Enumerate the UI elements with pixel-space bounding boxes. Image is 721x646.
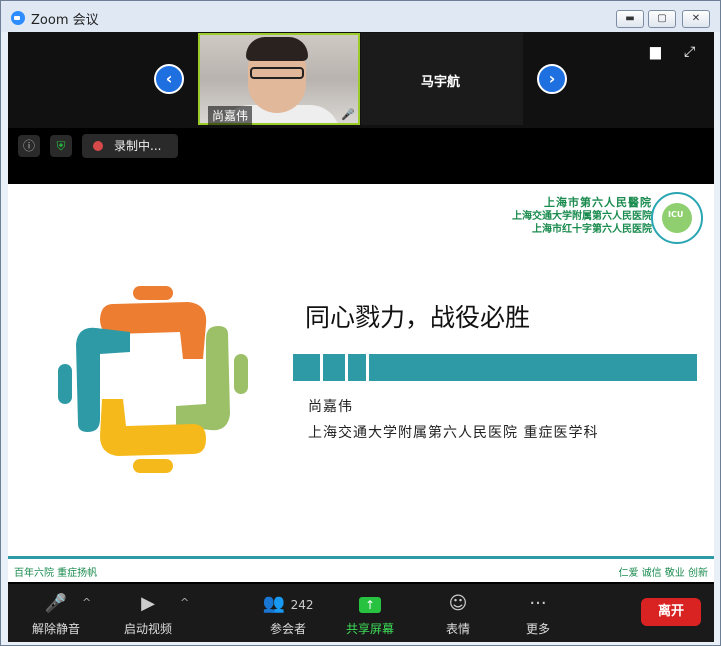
participant-tile-2[interactable]: 马宇航 — [361, 33, 523, 125]
participants-label: 参会者 — [269, 622, 306, 636]
participant-name-2: 马宇航 — [421, 75, 461, 90]
prev-page-button[interactable]: ‹ — [154, 64, 184, 94]
hospital-logo-line-3: 上海市红十字第六人民医院 — [532, 224, 652, 235]
zoom-logo-icon — [11, 11, 25, 25]
participant-count: 242 — [290, 598, 314, 612]
shared-slide: 上海市第六人民醫院 上海交通大学附属第六人民医院 上海市红十字第六人民医院 IC… — [8, 184, 714, 582]
record-dot-icon — [93, 141, 103, 151]
presenter-department: 上海交通大学附属第六人民医院 重症医学科 — [308, 425, 599, 441]
slide-title: 同心戮力，战役必胜 — [305, 303, 531, 332]
view-layout-icon[interactable]: ▆ — [650, 44, 661, 60]
video-options-caret-icon[interactable]: ^ — [180, 596, 189, 609]
title-bar-segment-3 — [348, 354, 366, 381]
participants-button[interactable]: 👥 242 参会者 — [253, 592, 323, 637]
info-icon[interactable]: ⓘ — [18, 135, 40, 157]
reactions-button[interactable]: ☺ 表情 — [436, 592, 480, 637]
unmute-button[interactable]: 🎤 解除静音 — [28, 592, 84, 637]
camera-off-icon: ▶ — [141, 593, 155, 614]
leave-button[interactable]: 离开 — [641, 598, 701, 626]
unmute-label: 解除静音 — [31, 622, 80, 636]
share-screen-button[interactable]: ↑ 共享屏幕 — [340, 592, 400, 637]
title-bar-segment-2 — [323, 354, 345, 381]
more-dots-icon: ··· — [529, 593, 547, 614]
share-screen-icon: ↑ — [340, 592, 400, 616]
start-video-label: 启动视频 — [123, 622, 172, 636]
control-bar: 🎤 解除静音 ^ ▶ 启动视频 ^ 👥 242 参会者 ↑ 共享屏幕 ☺ 表情 — [8, 584, 714, 642]
zoom-window: Zoom 会议 ▬ ▢ ✕ ‹ 尚嘉伟 🎤 马宇航 › ▆ ⤢ ⓘ ⛨ 录制中.… — [0, 0, 721, 646]
title-bar-segment-4 — [369, 354, 697, 381]
audio-options-caret-icon[interactable]: ^ — [82, 596, 91, 609]
recording-indicator[interactable]: 录制中... — [82, 134, 178, 158]
next-page-button[interactable]: › — [537, 64, 567, 94]
video-person-glasses — [250, 67, 304, 79]
start-video-button[interactable]: ▶ 启动视频 — [120, 592, 176, 637]
presenter-name: 尚嘉伟 — [308, 399, 353, 415]
hands-puzzle-graphic — [58, 286, 248, 473]
title-bar: Zoom 会议 ▬ ▢ ✕ — [1, 1, 720, 32]
recording-label: 录制中... — [114, 139, 162, 153]
video-person-hair — [246, 37, 308, 61]
mic-muted-icon: 🎤 — [44, 593, 68, 614]
video-strip: ‹ 尚嘉伟 🎤 马宇航 › ▆ ⤢ — [8, 32, 714, 128]
footer-right-slogan: 仁爱 诚信 敬业 创新 — [618, 568, 708, 579]
more-button[interactable]: ··· 更多 — [520, 592, 556, 637]
meeting-area: ‹ 尚嘉伟 🎤 马宇航 › ▆ ⤢ ⓘ ⛨ 录制中... 上海市第六人民醫院 上… — [8, 32, 714, 642]
mic-off-icon: 🎤 — [341, 108, 355, 121]
minimize-button[interactable]: ▬ — [616, 10, 644, 28]
icu-badge-icon: ICU — [651, 192, 703, 244]
status-row: ⓘ ⛨ 录制中... — [8, 132, 714, 160]
share-screen-label: 共享屏幕 — [345, 622, 394, 636]
reactions-label: 表情 — [445, 622, 470, 636]
fullscreen-icon[interactable]: ⤢ — [684, 44, 695, 60]
footer-left-slogan: 百年六院 重症扬帆 — [14, 568, 98, 579]
shield-check-icon[interactable]: ⛨ — [50, 135, 72, 157]
icu-badge-text: ICU — [668, 210, 684, 219]
participant-name-tag: 尚嘉伟 — [208, 106, 253, 125]
window-title: Zoom 会议 — [31, 13, 99, 28]
maximize-button[interactable]: ▢ — [648, 10, 676, 28]
participants-icon: 👥 242 — [262, 593, 314, 614]
close-button[interactable]: ✕ — [682, 10, 710, 28]
footer-divider — [8, 556, 714, 559]
more-label: 更多 — [525, 622, 550, 636]
emoji-icon: ☺ — [448, 593, 468, 614]
title-bar-segment-1 — [293, 354, 320, 381]
